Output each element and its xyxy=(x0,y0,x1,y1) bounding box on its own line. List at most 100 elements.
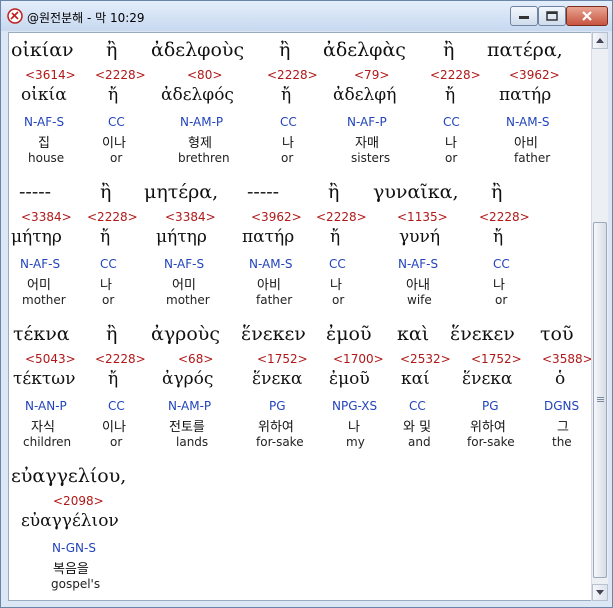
greek-word[interactable]: ἢ xyxy=(106,39,117,61)
lemma: τέκτων xyxy=(13,369,76,389)
strong-number[interactable]: <2228> xyxy=(95,68,146,82)
lemma: ἀδελφή xyxy=(333,85,397,105)
english-gloss: for-sake xyxy=(467,435,515,449)
strong-number[interactable]: <79> xyxy=(354,68,389,82)
lemma: γυνή xyxy=(399,227,441,247)
arrow-down-icon xyxy=(596,590,604,595)
parsing-code: CC xyxy=(108,399,125,413)
parsing-code: CC xyxy=(443,115,460,129)
greek-word[interactable]: ἀγροὺς xyxy=(151,323,220,345)
title-bar[interactable]: @원전분해 - 막 10:29 xyxy=(1,1,612,31)
english-gloss: or xyxy=(281,151,294,165)
strong-number[interactable]: <2228> xyxy=(267,68,318,82)
lemma: ἤ xyxy=(445,85,456,105)
strong-number[interactable]: <80> xyxy=(187,68,222,82)
greek-word[interactable]: ἢ xyxy=(279,39,290,61)
korean-gloss: 자식 xyxy=(31,420,55,435)
english-gloss: or xyxy=(495,293,508,307)
interlinear-view[interactable]: οἰκίαν ἢ ἀδελφοὺς ἢ ἀδελφὰς ἢ πατέρα, <3… xyxy=(8,32,593,601)
lemma: ἤ xyxy=(330,227,341,247)
korean-gloss: 나 xyxy=(493,278,505,293)
greek-word[interactable]: ἢ xyxy=(328,181,339,203)
lemma: ἕνεκα xyxy=(462,369,513,389)
greek-word[interactable]: τοῦ xyxy=(540,323,574,345)
greek-word[interactable]: ἢ xyxy=(491,181,502,203)
strong-number[interactable]: <5043> xyxy=(25,352,76,366)
parsing-code: PG xyxy=(269,399,286,413)
minimize-button[interactable] xyxy=(510,6,538,26)
parsing-code: N-AF-P xyxy=(347,115,387,129)
strong-number[interactable]: <2532> xyxy=(400,352,451,366)
lemma: καί xyxy=(401,369,430,389)
korean-gloss: 이나 xyxy=(102,136,126,151)
greek-word[interactable]: ἀδελφὰς xyxy=(323,39,406,61)
greek-word[interactable]: ἕνεκεν xyxy=(450,323,515,345)
greek-word[interactable]: ----- xyxy=(247,181,279,203)
strong-number[interactable]: <2228> xyxy=(87,210,138,224)
greek-word[interactable]: ἢ xyxy=(106,323,117,345)
korean-gloss: 위하여 xyxy=(470,420,506,435)
greek-word[interactable]: καὶ xyxy=(397,323,429,345)
vertical-scrollbar[interactable] xyxy=(591,32,608,601)
english-gloss: father xyxy=(256,293,293,307)
parsing-code: N-AN-P xyxy=(25,399,67,413)
greek-word[interactable]: ἢ xyxy=(443,39,454,61)
minimize-icon xyxy=(519,16,529,19)
lemma: ἤ xyxy=(281,85,292,105)
strong-number[interactable]: <2228> xyxy=(479,210,530,224)
strong-number[interactable]: <2228> xyxy=(430,68,481,82)
lemma: ἤ xyxy=(108,85,119,105)
strong-number[interactable]: <3384> xyxy=(21,210,72,224)
greek-word[interactable]: ----- xyxy=(19,181,51,203)
lemma: εὐαγγέλιον xyxy=(21,511,119,531)
strong-number[interactable]: <1752> xyxy=(257,352,308,366)
english-gloss: wife xyxy=(407,293,432,307)
strong-number[interactable]: <3962> xyxy=(251,210,302,224)
strong-number[interactable]: <3614> xyxy=(25,68,76,82)
close-button[interactable] xyxy=(566,6,608,26)
greek-word[interactable]: μητέρα, xyxy=(144,181,218,203)
maximize-button[interactable] xyxy=(538,6,566,26)
parsing-code: N-AF-S xyxy=(24,115,65,129)
strong-number[interactable]: <1135> xyxy=(397,210,448,224)
greek-word[interactable]: πατέρα, xyxy=(487,39,563,61)
lemma: ἤ xyxy=(100,227,111,247)
korean-gloss: 나 xyxy=(330,278,342,293)
greek-word[interactable]: εὐαγγελίου, xyxy=(11,465,126,487)
close-icon xyxy=(582,11,592,21)
scroll-thumb[interactable] xyxy=(593,222,607,578)
strong-number[interactable]: <2228> xyxy=(316,210,367,224)
strong-number[interactable]: <3962> xyxy=(509,68,560,82)
korean-gloss: 나 xyxy=(445,136,457,151)
strong-number[interactable]: <2098> xyxy=(53,494,104,508)
scroll-down-button[interactable] xyxy=(592,584,608,601)
parsing-code: N-AF-S xyxy=(20,257,61,271)
strong-number[interactable]: <1700> xyxy=(333,352,384,366)
strong-number[interactable]: <3588> xyxy=(542,352,592,366)
greek-word[interactable]: τέκνα xyxy=(13,323,70,345)
arrow-up-icon xyxy=(596,38,604,43)
korean-gloss: 형제 xyxy=(188,136,212,151)
greek-word[interactable]: ἐμοῦ xyxy=(326,323,372,345)
greek-word[interactable]: ἕνεκεν xyxy=(241,323,306,345)
english-gloss: gospel's xyxy=(51,577,101,591)
korean-gloss: 어미 xyxy=(172,278,196,293)
strong-number[interactable]: <1752> xyxy=(471,352,522,366)
korean-gloss: 나 xyxy=(282,136,294,151)
korean-gloss: 이나 xyxy=(102,420,126,435)
korean-gloss: 그 xyxy=(557,420,569,435)
parsing-code: PG xyxy=(482,399,499,413)
greek-word[interactable]: οἰκίαν xyxy=(11,39,74,61)
parsing-code: N-AF-S xyxy=(164,257,205,271)
greek-word[interactable]: ἢ xyxy=(100,181,111,203)
parsing-code: NPG-XS xyxy=(332,399,378,413)
greek-word[interactable]: γυναῖκα, xyxy=(373,181,458,203)
parsing-code: N-AM-S xyxy=(506,115,550,129)
scroll-up-button[interactable] xyxy=(592,32,608,49)
korean-gloss: 집 xyxy=(38,136,50,151)
strong-number[interactable]: <2228> xyxy=(95,352,146,366)
strong-number[interactable]: <3384> xyxy=(165,210,216,224)
greek-word[interactable]: ἀδελφοὺς xyxy=(151,39,244,61)
english-gloss: for-sake xyxy=(256,435,304,449)
strong-number[interactable]: <68> xyxy=(178,352,213,366)
